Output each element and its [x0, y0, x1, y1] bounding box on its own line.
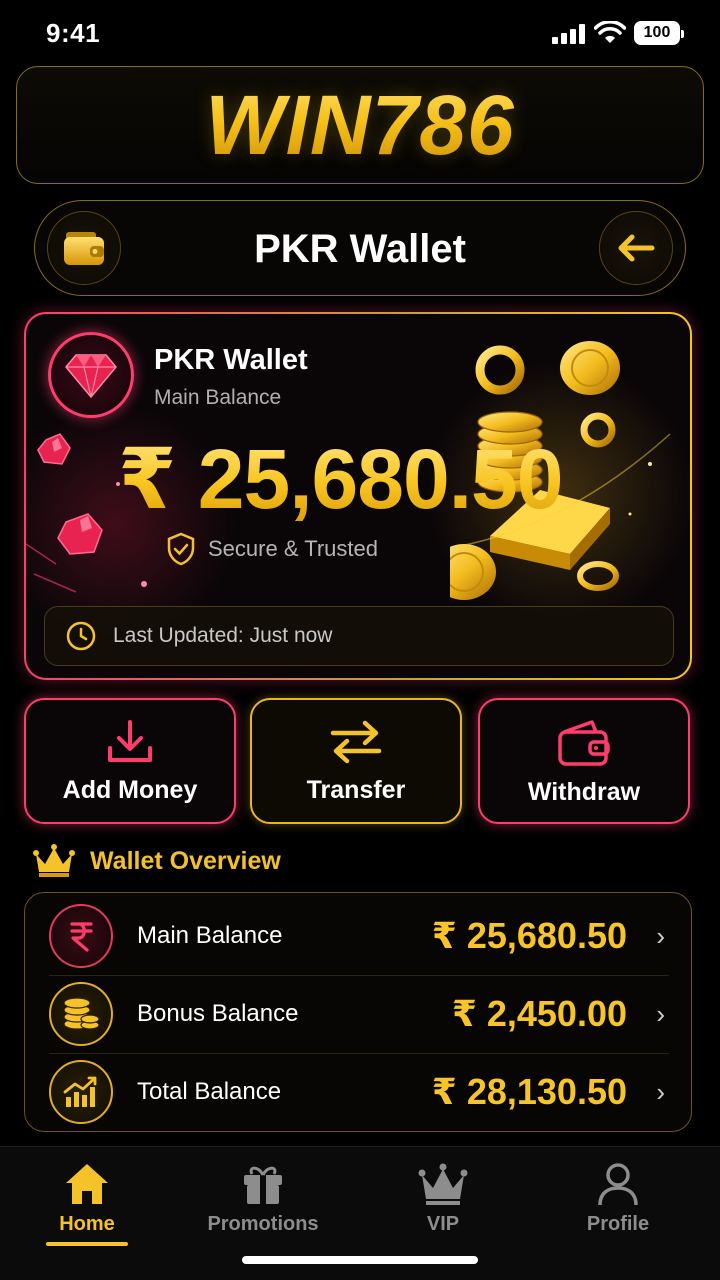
wallet-header: PKR Wallet	[34, 200, 686, 296]
row-label: Total Balance	[137, 1078, 282, 1105]
wallet-icon	[558, 720, 610, 766]
section-title: Wallet Overview	[90, 846, 281, 875]
tab-vip[interactable]: VIP	[368, 1161, 518, 1236]
last-updated-text: Last Updated: Just now	[113, 624, 333, 647]
add-money-label: Add Money	[62, 776, 198, 804]
crown-icon	[418, 1163, 468, 1205]
secure-badge: Secure & Trusted	[166, 532, 378, 566]
home-indicator	[242, 1256, 478, 1264]
row-value: ₹ 25,680.50	[431, 915, 627, 956]
status-bar: 9:41 100	[0, 0, 720, 64]
wifi-icon	[594, 21, 626, 43]
row-label: Bonus Balance	[137, 1000, 299, 1027]
battery-icon: 100	[634, 21, 684, 45]
profile-icon	[598, 1163, 638, 1206]
total-balance-row[interactable]: Total Balance ₹ 28,130.50 ›	[25, 1053, 693, 1131]
main-balance-row[interactable]: Main Balance ₹ 25,680.50 ›	[25, 897, 693, 975]
main-balance-amount: ₹ 25,680.50	[118, 432, 563, 526]
crown-icon	[33, 844, 75, 877]
coins-stack-icon	[49, 982, 113, 1046]
transfer-label: Transfer	[306, 776, 406, 804]
secure-text: Secure & Trusted	[208, 536, 378, 561]
tab-profile[interactable]: Profile	[543, 1161, 693, 1236]
row-label: Main Balance	[137, 922, 283, 949]
shield-check-icon	[167, 532, 195, 566]
clock-icon	[66, 621, 96, 651]
transfer-arrows-icon	[330, 720, 382, 764]
tab-label: Promotions	[207, 1213, 319, 1235]
withdraw-button[interactable]: Withdraw	[478, 698, 690, 824]
tab-promotions[interactable]: Promotions	[188, 1161, 338, 1236]
home-icon	[66, 1164, 108, 1204]
balance-card: PKR Wallet Main Balance ₹ 25,680.50 Secu…	[24, 312, 692, 680]
page-title: PKR Wallet	[254, 227, 466, 271]
card-subtitle: Main Balance	[154, 386, 282, 409]
growth-chart-icon	[49, 1060, 113, 1124]
wallet-overview-header: Wallet Overview	[32, 844, 281, 878]
active-tab-indicator	[46, 1242, 128, 1246]
chevron-right-icon: ›	[656, 998, 665, 1029]
brand-banner: WIN786	[16, 66, 704, 184]
tab-label: VIP	[426, 1213, 460, 1235]
status-time: 9:41	[46, 18, 101, 48]
row-value: ₹ 2,450.00	[451, 993, 627, 1034]
card-title: PKR Wallet	[154, 344, 308, 376]
rupee-icon	[49, 904, 113, 968]
signal-icon	[552, 24, 586, 44]
ruby-badge-icon	[48, 332, 134, 418]
bonus-balance-row[interactable]: Bonus Balance ₹ 2,450.00 ›	[25, 975, 693, 1053]
tab-home[interactable]: Home	[12, 1161, 162, 1236]
brand-logo: WIN786	[205, 77, 515, 172]
wallet-overview-list: Main Balance ₹ 25,680.50 › Bonus Balance…	[24, 892, 692, 1132]
tab-label: Home	[59, 1213, 115, 1235]
withdraw-label: Withdraw	[527, 778, 641, 806]
tab-label: Profile	[586, 1213, 650, 1235]
last-updated-bar: Last Updated: Just now	[44, 606, 674, 666]
download-icon	[108, 720, 152, 762]
transfer-button[interactable]: Transfer	[250, 698, 462, 824]
back-arrow-icon[interactable]	[599, 211, 673, 285]
chevron-right-icon: ›	[656, 1076, 665, 1107]
row-value: ₹ 28,130.50	[431, 1071, 627, 1112]
chevron-right-icon: ›	[656, 920, 665, 951]
gift-icon	[244, 1166, 282, 1204]
add-money-button[interactable]: Add Money	[24, 698, 236, 824]
